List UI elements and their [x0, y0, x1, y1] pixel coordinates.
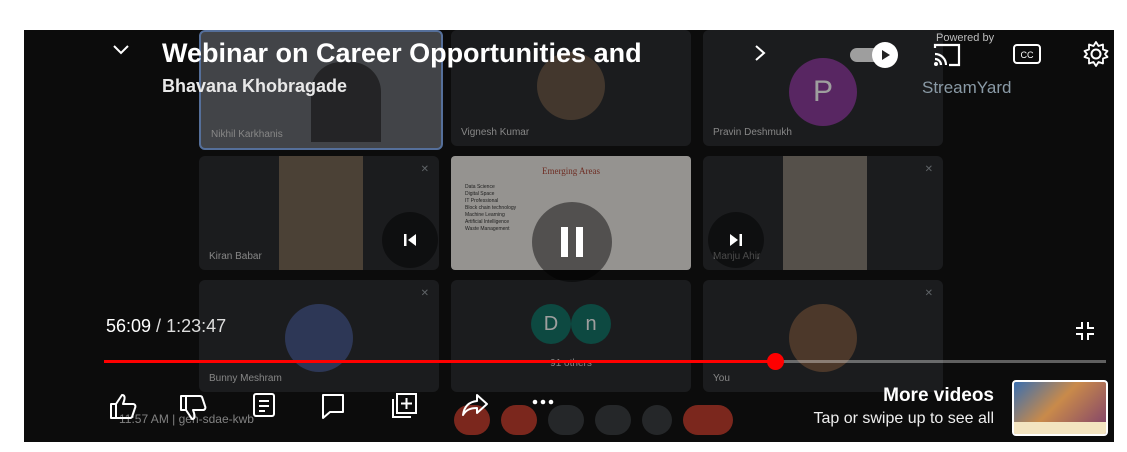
- dislike-icon[interactable]: [178, 394, 208, 427]
- description-icon[interactable]: [252, 392, 276, 423]
- captions-icon[interactable]: CC: [1012, 42, 1042, 71]
- collapse-chevron-icon[interactable]: [110, 38, 132, 65]
- exit-fullscreen-icon[interactable]: [1074, 320, 1096, 347]
- next-button[interactable]: [708, 212, 764, 268]
- time-display: 56:09 / 1:23:47: [106, 316, 227, 336]
- like-icon[interactable]: [108, 392, 138, 425]
- svg-text:CC: CC: [1021, 50, 1034, 60]
- progress-played: [104, 360, 776, 363]
- progress-bar[interactable]: [104, 353, 1106, 370]
- autoplay-toggle[interactable]: [850, 42, 900, 68]
- more-options-icon[interactable]: [530, 392, 556, 417]
- cast-icon[interactable]: [932, 42, 962, 73]
- more-videos-hint: Tap or swipe up to see all: [813, 410, 994, 427]
- save-to-playlist-icon[interactable]: [390, 392, 418, 425]
- watermark-brand: StreamYard: [922, 78, 1012, 97]
- previous-button[interactable]: [382, 212, 438, 268]
- settings-gear-icon[interactable]: [1082, 40, 1110, 73]
- video-title[interactable]: Webinar on Career Opportunities and: [162, 38, 722, 69]
- share-icon[interactable]: [460, 392, 490, 423]
- more-videos-title[interactable]: More videos: [883, 385, 994, 407]
- skip-next-icon: [730, 234, 742, 246]
- video-player[interactable]: Nikhil Karkhanis Vignesh Kumar P Pravin …: [24, 30, 1114, 442]
- channel-name[interactable]: Bhavana Khobragade: [162, 76, 347, 97]
- chevron-right-icon[interactable]: [750, 42, 770, 69]
- pause-icon: [561, 227, 583, 257]
- duration: 1:23:47: [166, 316, 227, 336]
- current-time: 56:09: [106, 316, 152, 336]
- play-icon: [872, 42, 898, 68]
- comments-icon[interactable]: [320, 392, 346, 425]
- more-videos-thumbnail[interactable]: [1012, 380, 1108, 436]
- pause-button[interactable]: [532, 202, 612, 282]
- skip-previous-icon: [404, 234, 416, 246]
